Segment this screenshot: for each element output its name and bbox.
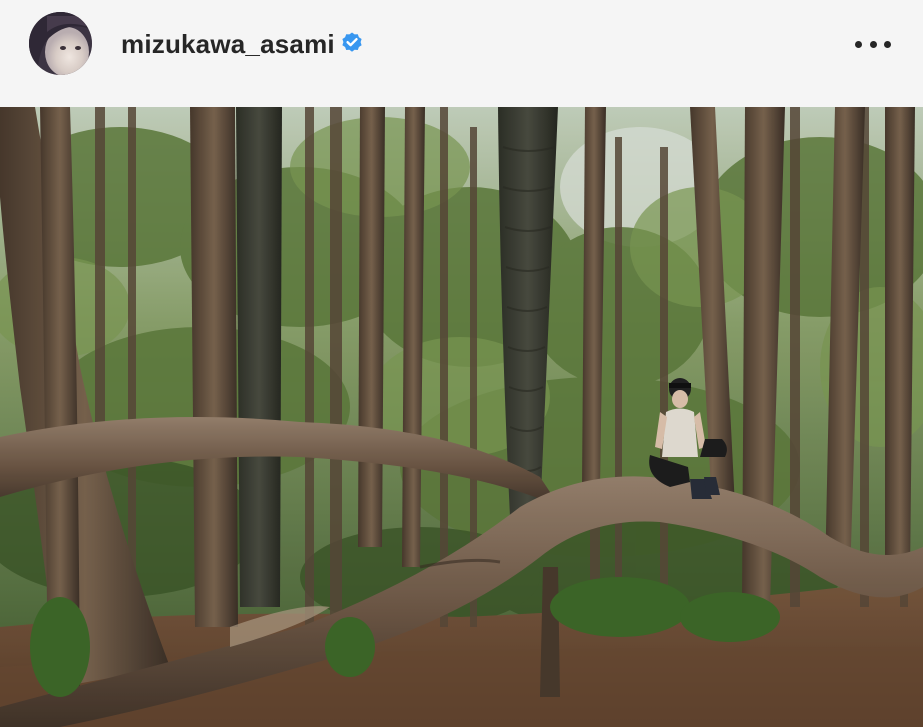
verified-badge-icon — [340, 31, 364, 55]
dot — [855, 40, 862, 48]
dot — [884, 40, 891, 48]
forest-photo[interactable] — [0, 107, 923, 727]
instagram-post: mizukawa_asami — [0, 0, 923, 727]
dot — [869, 40, 877, 48]
username[interactable]: mizukawa_asami — [121, 29, 335, 60]
post-header: mizukawa_asami — [0, 0, 923, 107]
profile-avatar[interactable] — [29, 12, 92, 75]
more-horizontal-icon[interactable] — [855, 30, 891, 58]
